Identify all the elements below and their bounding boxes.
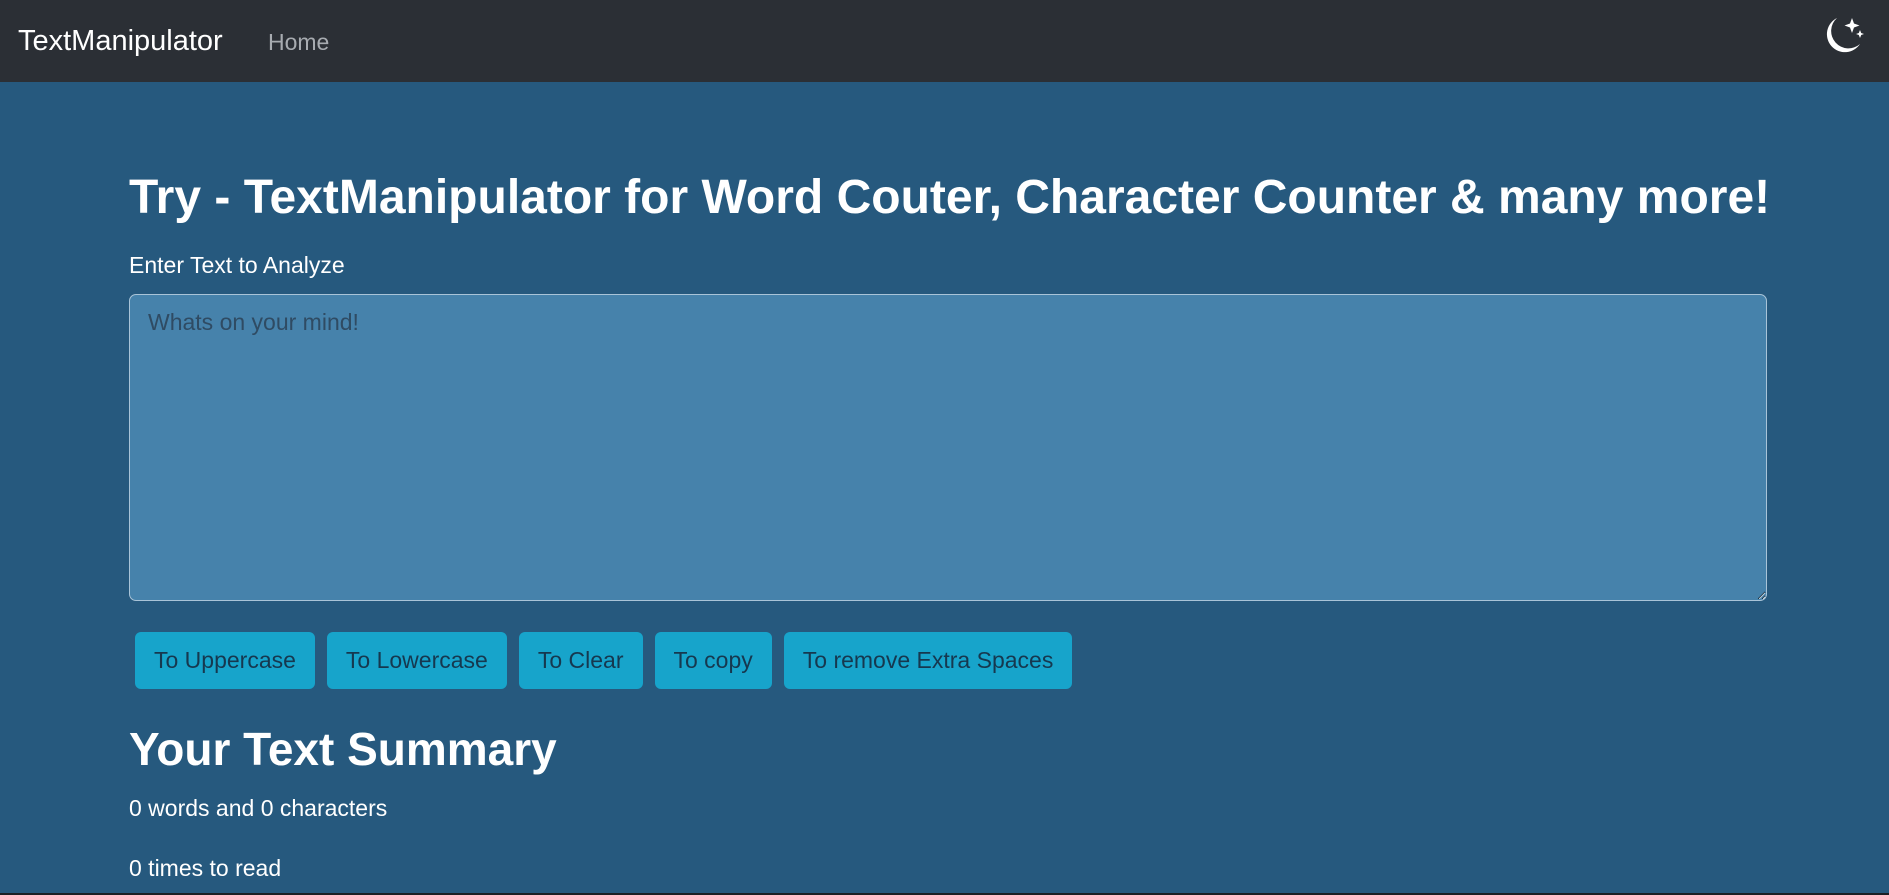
uppercase-button[interactable]: To Uppercase <box>135 632 315 689</box>
remove-extra-spaces-button[interactable]: To remove Extra Spaces <box>783 632 1073 689</box>
word-character-count: 0 words and 0 characters <box>129 795 388 821</box>
textarea-label: Enter Text to Analyze <box>129 252 345 278</box>
text-input-area[interactable] <box>129 294 1767 601</box>
nav-link-home[interactable]: Home <box>268 25 329 59</box>
dark-mode-toggle[interactable] <box>1818 12 1866 60</box>
brand-link[interactable]: TextManipulator <box>18 22 223 60</box>
clear-button[interactable]: To Clear <box>518 632 643 689</box>
moon-stars-icon <box>1826 18 1864 53</box>
summary-heading: Your Text Summary <box>129 723 557 775</box>
read-time: 0 times to read <box>129 855 282 881</box>
lowercase-button[interactable]: To Lowercase <box>326 632 507 689</box>
copy-button[interactable]: To copy <box>654 632 772 689</box>
action-buttons: To Uppercase To Lowercase To Clear To co… <box>135 632 1073 689</box>
navbar: TextManipulator Home <box>0 0 1889 82</box>
page-title: Try - TextManipulator for Word Couter, C… <box>129 171 1771 224</box>
